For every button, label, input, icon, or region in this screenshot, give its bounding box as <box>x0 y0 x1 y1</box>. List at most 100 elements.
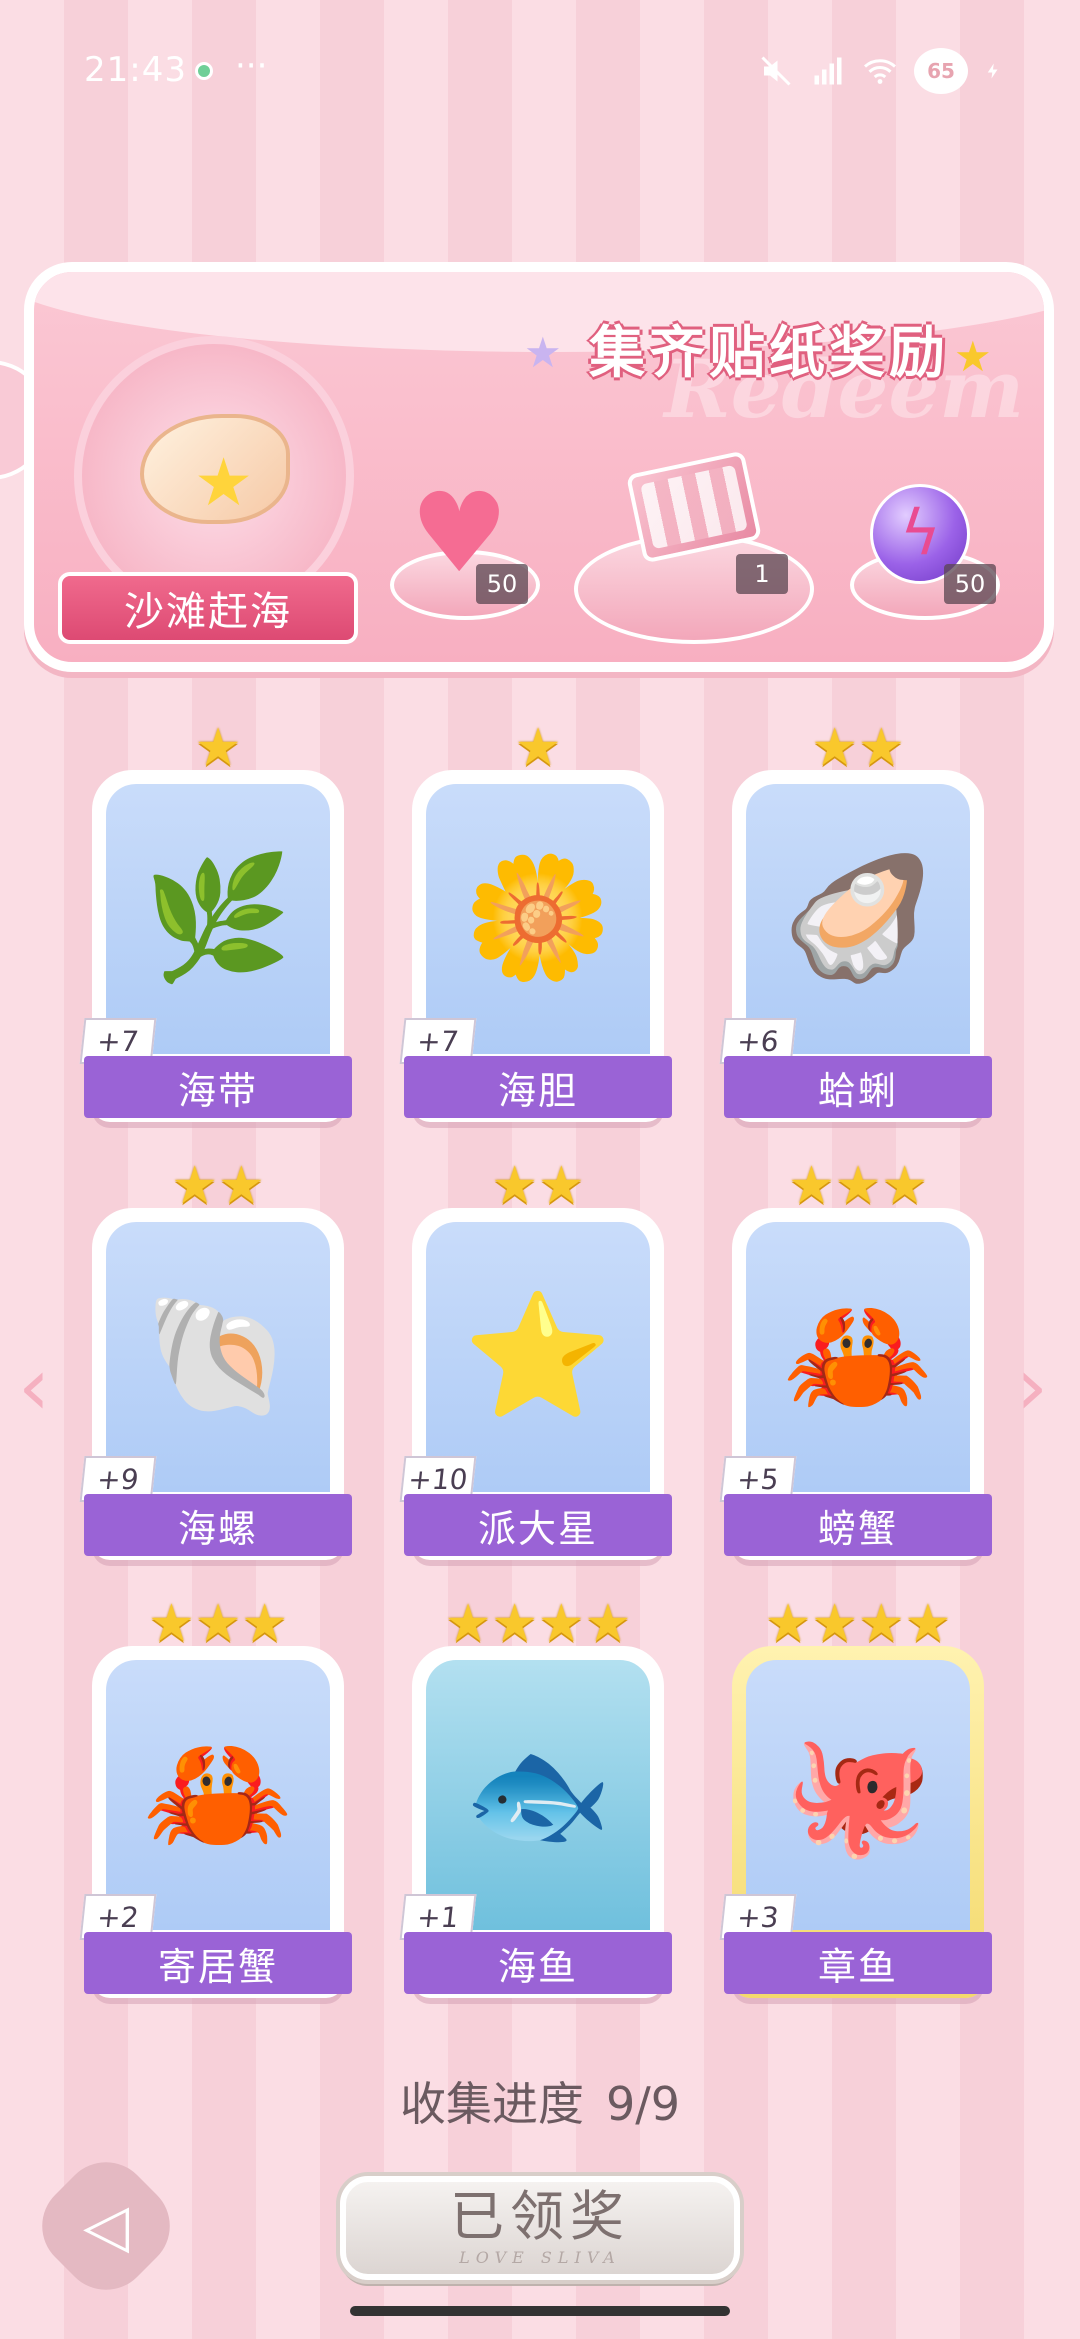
star-icon: ★ <box>858 718 905 778</box>
rarity-stars: ★ ★ ★ ★ <box>412 1598 664 1650</box>
sticker-name: 寄居蟹 <box>157 1944 278 1989</box>
rarity-stars: ★ ★ <box>732 722 984 774</box>
sticker-name-band: 海胆 <box>404 1056 672 1118</box>
rarity-stars: ★ <box>412 722 664 774</box>
sticker-card[interactable]: ★ 🌼 +7 海胆 <box>399 722 672 1122</box>
sticker-name: 章鱼 <box>817 1944 898 1989</box>
next-page-arrow[interactable]: › <box>1016 1340 1048 1433</box>
sticker-image: 🌼 <box>426 784 650 1054</box>
sticker-card[interactable]: ★ ★ 🦪 +6 蛤蜊 <box>719 722 992 1122</box>
sticker-name-band: 寄居蟹 <box>84 1932 352 1994</box>
star-icon: ★ <box>538 1156 585 1216</box>
sticker-name-band: 章鱼 <box>724 1932 992 1994</box>
sticker-card[interactable]: ★ ★ ★ 🦀 +2 寄居蟹 <box>79 1598 352 1998</box>
sticker-image: 🐚 <box>106 1222 330 1492</box>
star-icon: ★ <box>904 1594 952 1654</box>
sticker-name-band: 海带 <box>84 1056 352 1118</box>
star-icon: ★ <box>834 1156 882 1216</box>
crab-icon: 🦀 <box>783 1287 933 1426</box>
rarity-stars: ★ ★ ★ ★ <box>732 1598 984 1650</box>
signal-icon <box>814 57 842 85</box>
octopus-icon: 🐙 <box>783 1725 933 1864</box>
star-icon: ★ <box>881 1156 928 1216</box>
sparkle-star-icon: ★ <box>524 328 562 377</box>
sticker-name: 海鱼 <box>497 1944 578 1989</box>
sticker-card[interactable]: ★ ★ ★ ★ 🐙 +3 章鱼 <box>719 1598 992 1998</box>
star-icon: ★ <box>148 1594 195 1654</box>
reward-count: 50 <box>944 564 996 604</box>
more-notifications-icon: ··· <box>235 46 268 86</box>
star-icon: ★ <box>444 1594 492 1654</box>
home-indicator[interactable] <box>350 2306 730 2316</box>
star-icon: ★ <box>811 1594 858 1654</box>
claimed-label: 已领奖 <box>450 2184 630 2248</box>
sticker-name: 螃蟹 <box>817 1506 898 1551</box>
sticker-image: 🐙 <box>746 1660 970 1930</box>
sticker-card[interactable]: ★ ★ ★ 🦀 +5 螃蟹 <box>719 1160 992 1560</box>
back-button[interactable]: ◁ <box>23 2143 189 2309</box>
star-icon: ★ <box>764 1594 812 1654</box>
status-time: 21:43 <box>84 50 187 90</box>
star-icon: ★ <box>811 718 858 778</box>
star-icon: ★ <box>171 1156 218 1216</box>
star-icon: ★ <box>194 718 242 778</box>
lightning-icon: ϟ <box>900 496 941 569</box>
reward-count: 1 <box>736 554 788 594</box>
sticker-name-band: 螃蟹 <box>724 1494 992 1556</box>
sea-urchin-icon: 🌼 <box>463 849 613 988</box>
sticker-image: 🐟 <box>426 1660 650 1930</box>
sticker-name: 派大星 <box>477 1506 598 1551</box>
star-icon: ★ <box>514 718 562 778</box>
star-icon: ★ <box>491 1594 538 1654</box>
sticker-name: 海螺 <box>177 1506 258 1551</box>
charging-icon <box>987 63 998 79</box>
battery-icon: 65 <box>914 48 968 94</box>
event-name: 沙滩赶海 <box>124 589 292 635</box>
rarity-stars: ★ ★ ★ <box>92 1598 344 1650</box>
event-name-ribbon: 沙滩赶海 <box>58 572 358 644</box>
sticker-name: 海胆 <box>497 1068 578 1113</box>
sticker-card[interactable]: ★ ★ ★ ★ 🐟 +1 海鱼 <box>399 1598 672 1998</box>
clam-icon: 🦪 <box>783 849 933 988</box>
prev-page-arrow[interactable]: ‹ <box>18 1340 50 1433</box>
seaweed-icon: 🌿 <box>143 849 293 988</box>
starfish-icon: ⭐ <box>463 1287 613 1426</box>
sticker-image: 🌿 <box>106 784 330 1054</box>
rarity-stars: ★ ★ ★ <box>732 1160 984 1212</box>
collection-progress: 收集进度 9/9 <box>0 2068 1080 2134</box>
status-icons: 65 <box>758 48 1002 94</box>
sticker-name-band: 派大星 <box>404 1494 672 1556</box>
sticker-card[interactable]: ★ ★ ⭐ +10 派大星 <box>399 1160 672 1560</box>
sticker-card[interactable]: ★ 🌿 +7 海带 <box>79 722 352 1122</box>
hermit-crab-icon: 🦀 <box>143 1725 293 1864</box>
claimed-button[interactable]: 已领奖 LOVE SLIVA <box>340 2176 740 2280</box>
star-icon: ★ <box>858 1594 905 1654</box>
star-character-icon: ★ <box>194 444 254 521</box>
star-icon: ★ <box>241 1594 288 1654</box>
rarity-stars: ★ ★ <box>412 1160 664 1212</box>
rarity-stars: ★ ★ <box>92 1160 344 1212</box>
star-icon: ★ <box>788 1156 835 1216</box>
app-notification-icon <box>195 62 213 80</box>
star-icon: ★ <box>218 1156 265 1216</box>
progress-value: 9/9 <box>605 2077 681 2131</box>
claimed-sublabel: LOVE SLIVA <box>459 2247 621 2267</box>
progress-label: 收集进度 <box>399 2077 584 2131</box>
star-icon: ★ <box>491 1156 538 1216</box>
sticker-card[interactable]: ★ ★ 🐚 +9 海螺 <box>79 1160 352 1560</box>
sticker-image: 🦀 <box>106 1660 330 1930</box>
reward-banner: Redeem ★ ★ 集齐贴纸奖励 ★ 沙滩赶海 ♥ 50 1 ϟ 50 <box>24 262 1054 672</box>
banner-title: 集齐贴纸奖励 <box>589 321 949 386</box>
status-bar: 21:43 ··· 65 <box>0 0 1080 140</box>
sticker-name-band: 海螺 <box>84 1494 352 1556</box>
wifi-icon <box>864 59 896 84</box>
rarity-stars: ★ <box>92 722 344 774</box>
sticker-name-band: 海鱼 <box>404 1932 672 1994</box>
fish-icon: 🐟 <box>463 1725 613 1864</box>
conch-icon: 🐚 <box>143 1287 293 1426</box>
star-icon: ★ <box>584 1594 632 1654</box>
mute-icon <box>761 56 791 86</box>
star-icon: ★ <box>194 1594 242 1654</box>
sticker-image: 🦪 <box>746 784 970 1054</box>
back-arrow-icon: ◁ <box>82 2191 130 2261</box>
